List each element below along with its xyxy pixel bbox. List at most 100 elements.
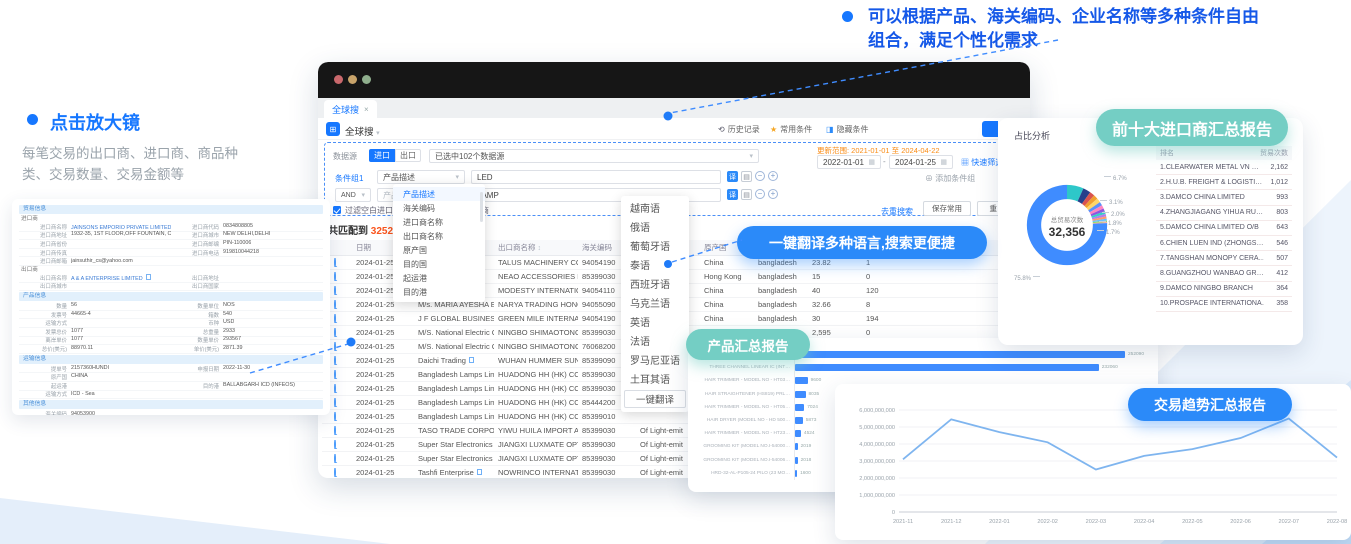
magnifier-button[interactable] — [322, 454, 352, 463]
tab-close-icon[interactable]: × — [364, 105, 369, 114]
destination-cell: bangladesh — [754, 272, 808, 281]
magnifier-icon[interactable] — [334, 412, 336, 421]
svg-text:2021-11: 2021-11 — [893, 519, 913, 525]
quick-filter-link[interactable]: ▦ 快速筛选 — [961, 157, 1003, 168]
tab-global-search[interactable]: 全球搜 × — [324, 100, 377, 118]
report-button-partial[interactable] — [982, 121, 998, 137]
maximize-window-dot[interactable] — [362, 75, 371, 84]
translate-icon[interactable]: 译 — [727, 171, 738, 182]
copy-icon[interactable] — [477, 469, 482, 475]
filter-blank-importer-checkbox[interactable]: 过滤空白进口商 — [333, 205, 401, 216]
magnifier-icon[interactable] — [334, 258, 336, 267]
top10-list-item[interactable]: 1.CLEARWATER METAL VN …2,162 — [1156, 160, 1292, 175]
magnifier-icon[interactable] — [334, 384, 336, 393]
field-select-1[interactable]: 产品描述▾ — [377, 170, 465, 184]
history-button[interactable]: ⟲历史记录 — [718, 122, 760, 136]
language-menu-item[interactable]: 英语 — [621, 312, 689, 331]
date-to-input[interactable] — [895, 158, 940, 167]
app-name[interactable]: 全球搜 ▾ — [345, 124, 380, 138]
scrollbar[interactable] — [480, 192, 483, 222]
magnifier-icon[interactable] — [334, 454, 336, 463]
magnifier-icon[interactable] — [334, 328, 336, 337]
field-menu-item[interactable]: 海关编码 — [393, 201, 485, 215]
exporter-cell: NOWRINCO INTERNATIONAL — [494, 468, 578, 477]
date-from-input[interactable] — [823, 158, 868, 167]
save-common-button[interactable]: 保存常用 — [923, 201, 971, 216]
match-mode-icon[interactable]: ▤ — [741, 171, 752, 182]
magnifier-icon[interactable] — [334, 398, 336, 407]
magnifier-icon[interactable] — [334, 272, 336, 281]
translate-icon[interactable]: 译 — [727, 189, 738, 200]
magnifier-button[interactable] — [322, 468, 352, 477]
detail-subsection: 进口商 — [19, 215, 323, 223]
datasource-select[interactable]: 已选中102个数据源▾ — [429, 149, 759, 163]
top10-list-item[interactable]: 4.ZHANGJIAGANG YIHUA RU…803 — [1156, 206, 1292, 221]
magnifier-icon[interactable] — [334, 370, 336, 379]
top10-list-item[interactable]: 6.CHIEN LUEN IND (ZHONGS…546 — [1156, 236, 1292, 251]
language-menu-item[interactable]: 罗马尼亚语 — [621, 350, 689, 369]
field-menu-item[interactable]: 起运港 — [393, 271, 485, 285]
svg-text:0: 0 — [892, 510, 895, 516]
language-menu-item[interactable]: 法语 — [621, 331, 689, 350]
add-condition-icon[interactable]: + — [768, 189, 778, 199]
language-menu-item[interactable]: 乌克兰语 — [621, 293, 689, 312]
amount-cell: 0 — [862, 328, 916, 337]
copy-icon[interactable] — [469, 357, 474, 363]
bar — [795, 391, 806, 398]
remove-condition-icon[interactable]: − — [755, 189, 765, 199]
date-from-field[interactable]: ▦ — [817, 155, 881, 169]
common-conditions-button[interactable]: ★常用条件 — [770, 122, 812, 136]
export-toggle[interactable]: 出口 — [395, 149, 421, 162]
magnifier-button[interactable] — [322, 440, 352, 449]
close-window-dot[interactable] — [334, 75, 343, 84]
magnifier-icon[interactable] — [334, 468, 336, 477]
origin-cell: Hong Kong — [700, 272, 754, 281]
language-menu-item[interactable]: 葡萄牙语 — [621, 236, 689, 255]
minimize-window-dot[interactable] — [348, 75, 357, 84]
top10-list-item[interactable]: 7.TANGSHAN MONOPY CERA…507 — [1156, 251, 1292, 266]
magnifier-icon[interactable] — [334, 300, 336, 309]
add-group-link[interactable]: ⊕ 添加条件组 — [925, 173, 975, 184]
language-menu-item[interactable]: 俄语 — [621, 217, 689, 236]
date-to-field[interactable]: ▦ — [889, 155, 953, 169]
dedup-search-link[interactable]: 去重搜索 — [881, 206, 913, 217]
match-mode-icon[interactable]: ▤ — [741, 189, 752, 200]
field-menu-item[interactable]: 目的国 — [393, 257, 485, 271]
column-header[interactable]: 出口商名称↕ — [494, 242, 578, 253]
sort-icon[interactable]: ↕ — [538, 245, 542, 252]
field-menu-item[interactable]: 目的港 — [393, 285, 485, 299]
field-menu-item[interactable]: 产品描述 — [393, 187, 485, 201]
language-menu-item[interactable]: 泰语 — [621, 255, 689, 274]
field-menu-item[interactable]: 原产国 — [393, 243, 485, 257]
keyword-input-1[interactable] — [477, 173, 715, 182]
magnifier-icon[interactable] — [334, 314, 336, 323]
top10-list-item[interactable]: 3.DAMCO CHINA LIMITED993 — [1156, 190, 1292, 205]
top10-list-item[interactable]: 8.GUANGZHOU WANBAO GR…412 — [1156, 266, 1292, 281]
bar-value: 4524 — [804, 431, 815, 436]
magnifier-icon[interactable] — [334, 426, 336, 435]
magnifier-icon[interactable] — [334, 342, 336, 351]
bar-row[interactable]: THREE CHANNEL LINEAR IC (INT…232060 — [688, 361, 1158, 374]
quantity-cell: 15 — [808, 272, 862, 281]
one-click-translate-button[interactable]: 一键翻译 — [624, 390, 686, 408]
top10-list-item[interactable]: 5.DAMCO CHINA LIMITED O/B643 — [1156, 221, 1292, 236]
language-menu-item[interactable]: 西班牙语 — [621, 274, 689, 293]
logic-select[interactable]: AND▾ — [335, 188, 371, 202]
add-condition-icon[interactable]: + — [768, 171, 778, 181]
import-toggle[interactable]: 进口 — [369, 149, 395, 162]
magnifier-icon[interactable] — [334, 440, 336, 449]
language-menu-item[interactable]: 越南语 — [621, 198, 689, 217]
magnifier-icon[interactable] — [334, 286, 336, 295]
field-menu-item[interactable]: 进口商名称 — [393, 215, 485, 229]
hide-conditions-button[interactable]: ◨隐藏条件 — [826, 122, 869, 136]
top10-list-item[interactable]: 2.H.U.B. FREIGHT & LOGISTI…1,012 — [1156, 175, 1292, 190]
top10-list-item[interactable]: 9.DAMCO NINGBO BRANCH364 — [1156, 282, 1292, 297]
language-menu-item[interactable]: 土耳其语 — [621, 369, 689, 388]
magnifier-icon[interactable] — [334, 356, 336, 365]
copy-icon[interactable] — [146, 274, 151, 280]
magnifier-button[interactable] — [322, 426, 352, 435]
svg-text:2022-01: 2022-01 — [989, 519, 1010, 525]
field-menu-item[interactable]: 出口商名称 — [393, 229, 485, 243]
top10-list-item[interactable]: 10.PROSPACE INTERNATIONA…358 — [1156, 297, 1292, 312]
remove-condition-icon[interactable]: − — [755, 171, 765, 181]
